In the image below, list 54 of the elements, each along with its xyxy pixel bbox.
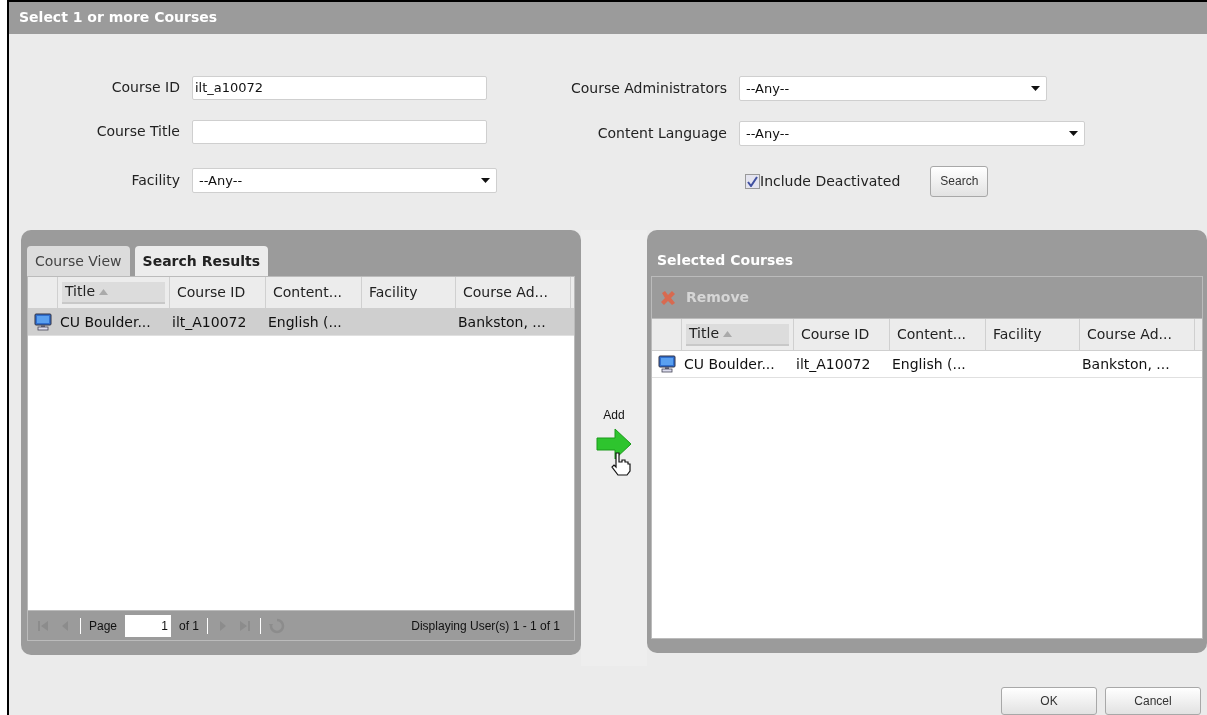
dialog-button[interactable]: OK	[1001, 687, 1097, 715]
field-label: Content Language	[596, 123, 728, 143]
dialog-title: Select 1 or more Courses	[19, 8, 218, 28]
paging-status: Displaying User(s) 1 - 1 of 1	[411, 617, 561, 635]
table-cell: CU Boulder...	[60, 313, 151, 330]
hand-cursor-icon	[610, 452, 632, 476]
field-label: Course Title	[95, 122, 181, 142]
field-label: Course Administrators	[569, 78, 728, 98]
page-number-field[interactable]: 1	[125, 614, 172, 637]
column-header[interactable]: Course ID	[174, 281, 249, 304]
dropdown-caret-icon	[481, 177, 490, 183]
table-cell: Bankston, ...	[1082, 355, 1170, 372]
delete-icon	[660, 289, 676, 306]
add-label: Add	[603, 407, 625, 424]
dropdown-caret-icon	[1031, 85, 1040, 91]
checkmark-icon	[747, 175, 758, 187]
column-header[interactable]: Course ID	[798, 323, 873, 346]
table-cell: CU Boulder...	[684, 355, 775, 372]
column-header[interactable]: Title	[686, 323, 789, 346]
tab[interactable]: Course View	[27, 246, 130, 276]
column-header[interactable]: Title	[62, 281, 165, 304]
table-cell: Bankston, ...	[458, 313, 546, 330]
column-header[interactable]: Facility	[366, 281, 421, 304]
column-header[interactable]: Content...	[894, 323, 970, 346]
monitor-icon	[658, 355, 676, 373]
sort-ascending-icon	[723, 330, 732, 337]
dropdown-caret-icon	[1069, 130, 1078, 136]
course-title-field[interactable]	[192, 119, 487, 144]
page-label: Page	[89, 617, 118, 635]
column-header[interactable]: Course Ad...	[460, 281, 551, 304]
sort-ascending-icon	[99, 288, 108, 295]
table-row[interactable]: CU Boulder... ilt_A10072 English (... Bankston, ...	[28, 309, 574, 336]
field-label: Facility	[130, 170, 181, 190]
panel-title: Selected Courses	[657, 250, 794, 270]
search-button[interactable]: Search	[930, 165, 989, 197]
dialog-button[interactable]: Cancel	[1105, 687, 1201, 715]
table-cell: ilt_A10072	[796, 355, 871, 372]
content-language-dropdown[interactable]: --Any--	[739, 120, 1085, 146]
course-id-field[interactable]: ilt_a10072	[192, 75, 487, 100]
column-header[interactable]: Content...	[270, 281, 346, 304]
page-count: of 1	[179, 617, 200, 635]
table-cell: English (...	[268, 313, 342, 330]
checkbox-label: Include Deactivated	[760, 171, 901, 191]
field-label: Course ID	[110, 78, 181, 98]
add-arrow-icon[interactable]	[596, 428, 632, 460]
include-deactivated-checkbox[interactable]	[745, 173, 760, 189]
table-cell: English (...	[892, 355, 966, 372]
column-header[interactable]: Facility	[990, 323, 1045, 346]
course-administrators-dropdown[interactable]: --Any--	[739, 75, 1047, 101]
facility-dropdown[interactable]: --Any--	[192, 167, 497, 193]
column-header[interactable]: Course Ad...	[1084, 323, 1175, 346]
table-cell: ilt_A10072	[172, 313, 247, 330]
monitor-icon	[34, 313, 52, 331]
tab[interactable]: Search Results	[134, 246, 269, 276]
